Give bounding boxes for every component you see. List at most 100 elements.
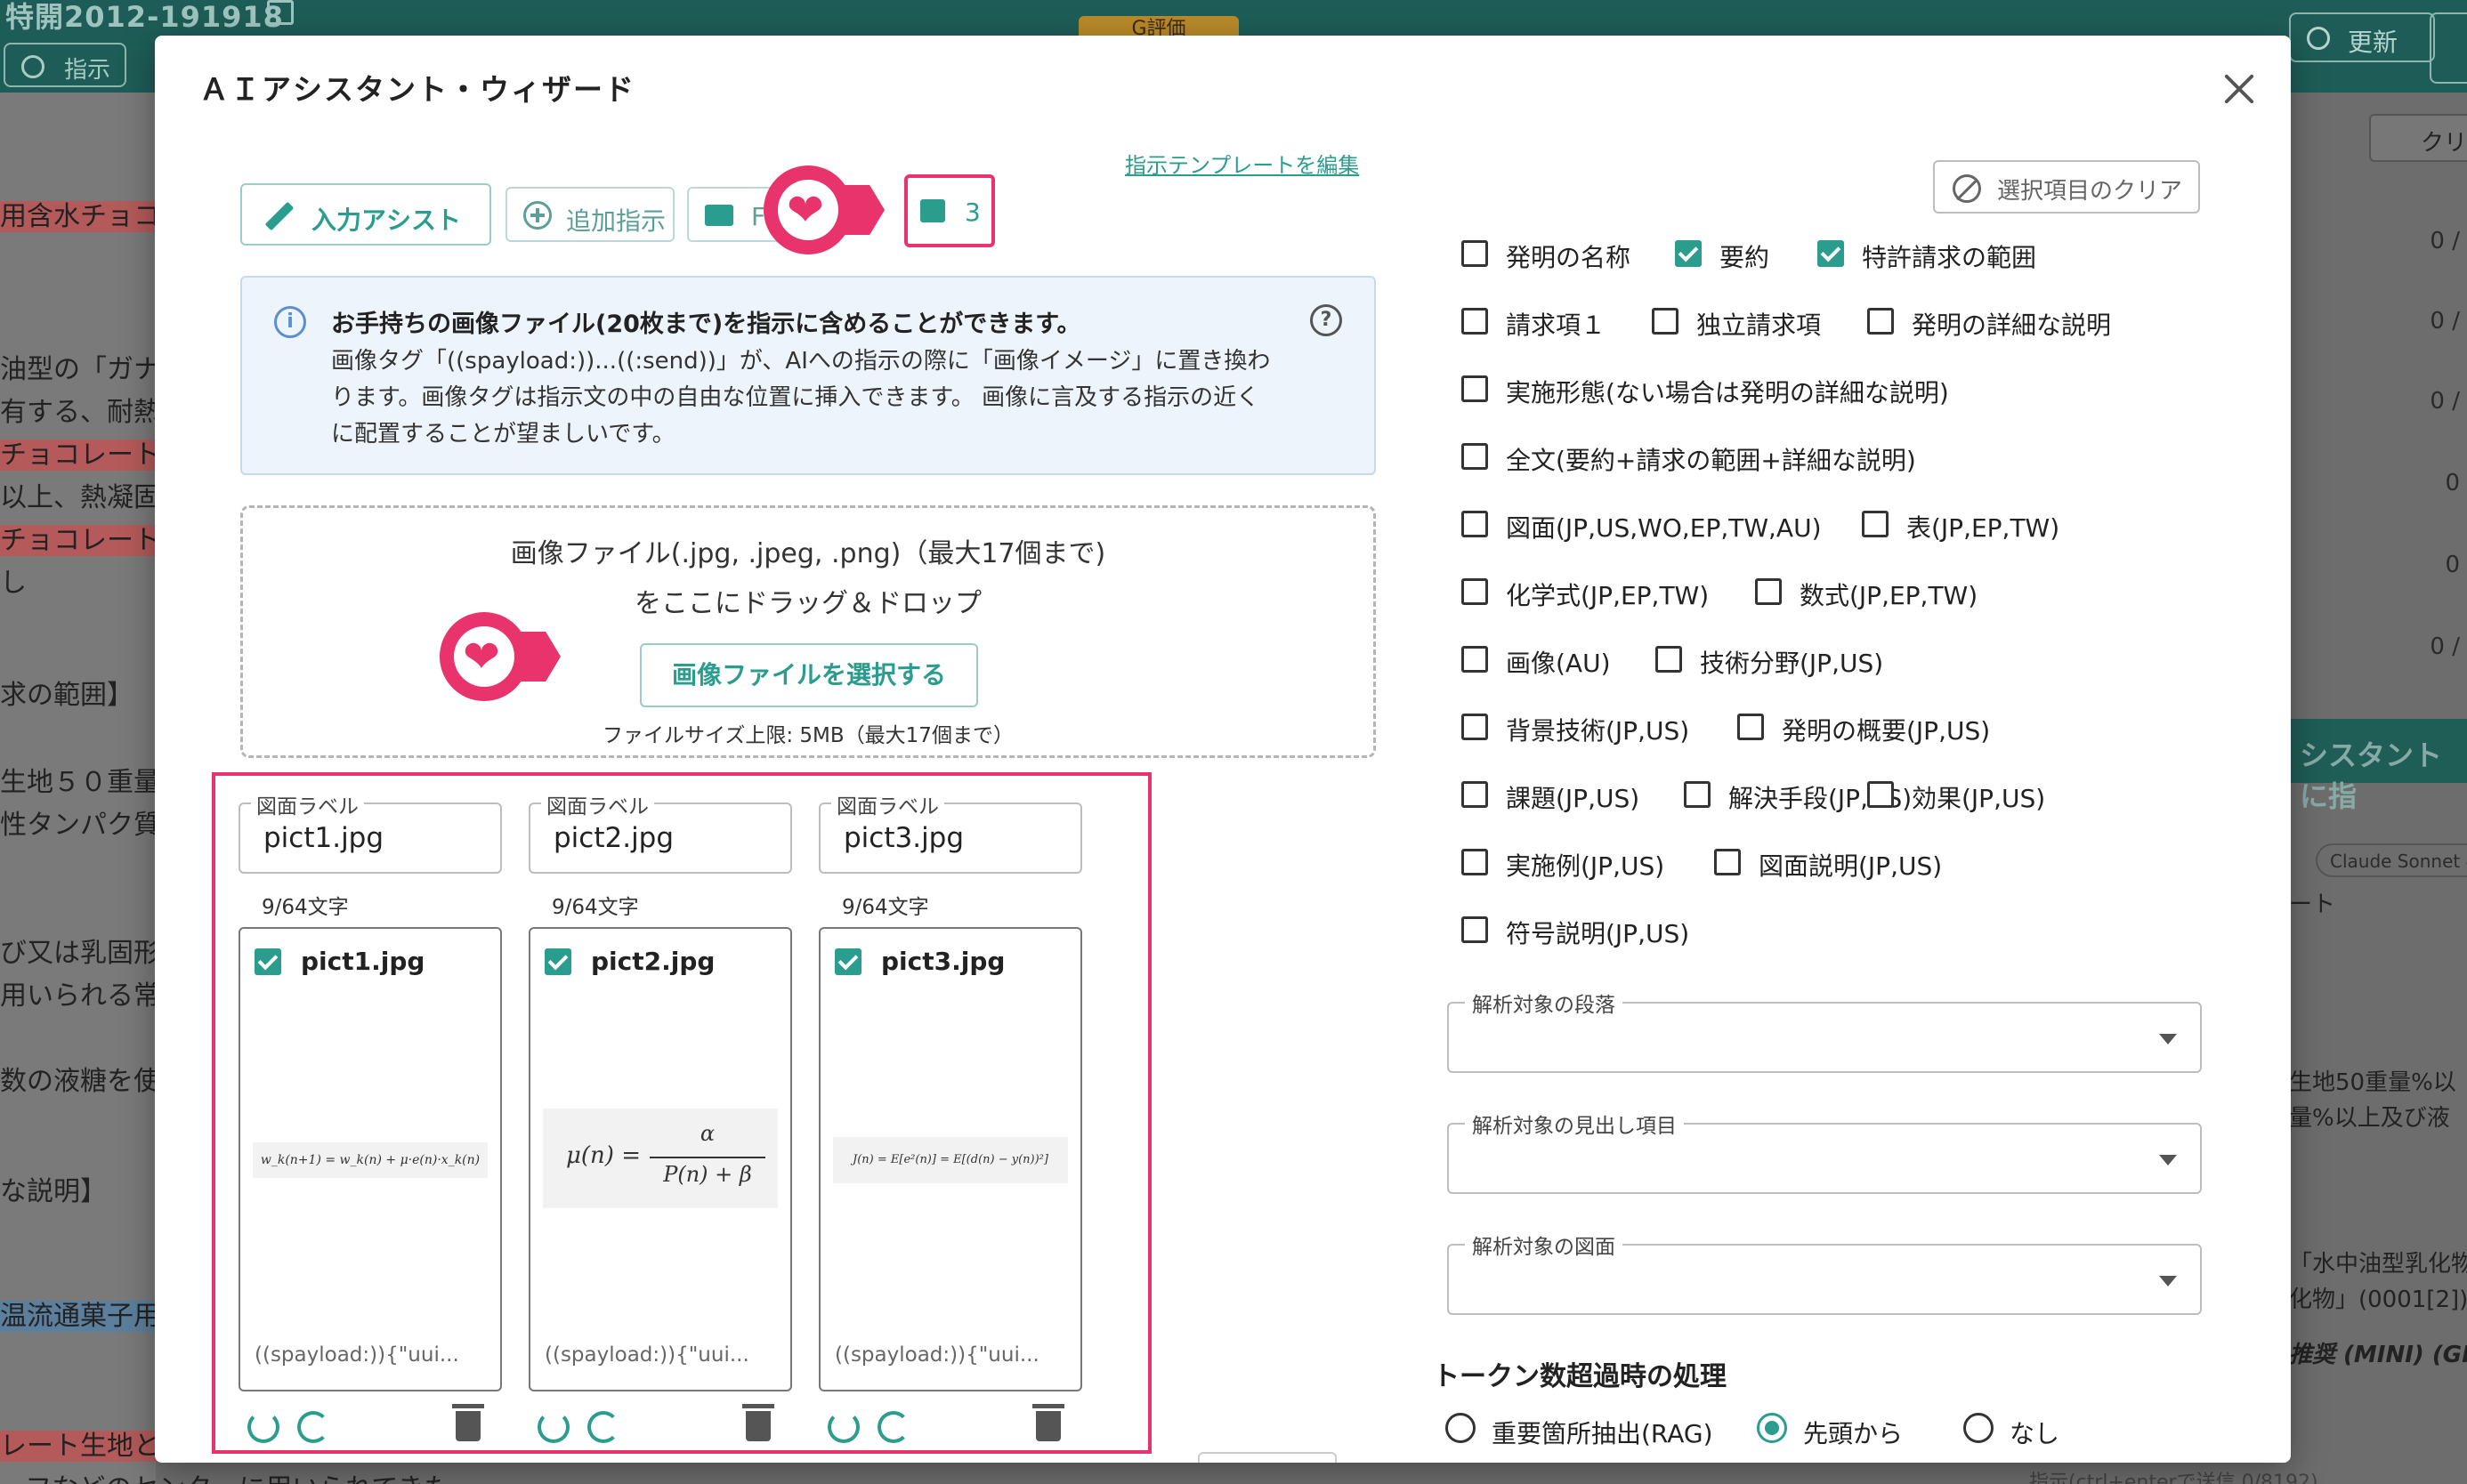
bg-clear-button[interactable]: クリ <box>2369 114 2467 162</box>
checkbox[interactable] <box>1461 916 1488 943</box>
image-name: pict1.jpg <box>301 947 425 976</box>
image-card: pict3.jpg J(n) = E[e²(n)] = E[(d(n) − y(… <box>819 927 1082 1391</box>
edit-template-link[interactable]: 指示テンプレートを編集 <box>1125 148 1359 179</box>
image-item: 図面ラベル pict2.jpg 9/64文字 pict2.jpg μ(n) = … <box>506 776 792 1452</box>
image-name: pict2.jpg <box>591 947 716 976</box>
model-chip[interactable]: Claude Sonnet 4 <box>2316 843 2467 877</box>
update-button[interactable]: 更新 <box>2289 12 2435 62</box>
right-text: 量%以上及び液 <box>2289 1105 2450 1132</box>
checkbox[interactable] <box>1684 781 1711 808</box>
checkbox[interactable] <box>1652 308 1678 335</box>
checkbox[interactable] <box>1461 714 1488 740</box>
text-line: 用含水チョコ <box>0 201 160 232</box>
checkbox[interactable] <box>1461 375 1488 402</box>
instruct-button[interactable]: 指示 <box>4 43 126 87</box>
checkbox[interactable] <box>1461 511 1488 537</box>
checkbox[interactable] <box>1755 578 1782 605</box>
help-icon[interactable]: ? <box>1310 304 1342 336</box>
text-line: 温流通菓子用 <box>0 1301 160 1332</box>
figure-label-field[interactable]: 図面ラベル pict1.jpg <box>239 789 502 874</box>
info-body: 画像タグ「((spayload:))...((:send))」が、AIへの指示の… <box>331 348 1271 448</box>
checkbox[interactable] <box>1655 646 1682 673</box>
radio-button[interactable] <box>1963 1413 1994 1443</box>
image-card: pict1.jpg w_k(n+1) = w_k(n) + μ·e(n)·x_k… <box>239 927 502 1391</box>
checkbox[interactable] <box>1817 240 1844 267</box>
checkbox[interactable] <box>1737 714 1764 740</box>
rotate-left-icon[interactable] <box>538 1411 570 1443</box>
checkbox[interactable] <box>1714 849 1741 875</box>
text-line: び又は乳固形 <box>0 938 160 969</box>
checkbox[interactable] <box>1461 240 1488 267</box>
delete-icon[interactable] <box>742 1404 774 1441</box>
clear-selection-button[interactable]: 選択項目のクリア <box>1933 160 2200 214</box>
checkbox[interactable] <box>1867 781 1894 808</box>
text-line: 求の範囲】 <box>0 680 133 711</box>
ai-assistant-bar[interactable]: シスタントに指 <box>2289 719 2467 813</box>
text-line: 性タンパク質 <box>0 810 160 841</box>
image-checkbox[interactable] <box>545 948 571 975</box>
folder-star-icon <box>705 205 733 226</box>
close-icon[interactable] <box>2220 69 2259 109</box>
image-card: pict2.jpg μ(n) = α P(n) + β ((spayload:)… <box>529 927 792 1391</box>
dropzone-text: をここにドラッグ＆ドロップ <box>635 588 982 619</box>
radio-button[interactable] <box>1445 1413 1476 1443</box>
text-line: 数の液糖を使 <box>0 1066 160 1097</box>
checkbox[interactable] <box>1461 646 1488 673</box>
char-count: 9/64文字 <box>262 896 349 919</box>
rotate-right-icon[interactable] <box>297 1411 329 1443</box>
checkbox[interactable] <box>1461 849 1488 875</box>
text-line: 油型の「ガナ <box>0 354 160 385</box>
text-line: レート生地と <box>0 1431 160 1462</box>
side-button[interactable] <box>2430 12 2467 84</box>
image-checkbox[interactable] <box>835 948 861 975</box>
checkbox[interactable] <box>1461 781 1488 808</box>
plus-circle-icon <box>523 201 552 230</box>
partial-button[interactable] <box>1198 1452 1337 1463</box>
image-attach-button[interactable]: 3 <box>904 174 995 247</box>
input-assist-button[interactable]: 入力アシスト <box>240 183 491 246</box>
image-checkbox[interactable] <box>255 948 281 975</box>
add-image-icon <box>920 199 945 222</box>
target-heading-select[interactable]: 解析対象の見出し項目 <box>1447 1109 2202 1194</box>
heart-icon: ❤ <box>463 631 500 682</box>
checkbox[interactable] <box>1461 578 1488 605</box>
delete-icon[interactable] <box>452 1404 484 1441</box>
document-title: 特開2012-191918 <box>5 0 284 34</box>
token-overflow-title: トークン数超過時の処理 <box>1433 1361 1727 1392</box>
dropdown-arrow-icon <box>2159 1155 2177 1165</box>
text-line: し <box>0 568 27 599</box>
checkbox[interactable] <box>1461 308 1488 335</box>
figure-label-value: pict3.jpg <box>844 822 965 854</box>
right-text: ート <box>2289 891 2336 918</box>
checkbox[interactable] <box>1675 240 1702 267</box>
no-entry-icon <box>1953 174 1981 203</box>
instruct-icon <box>21 55 44 78</box>
radio-button[interactable] <box>1757 1413 1787 1443</box>
rotate-left-icon[interactable] <box>828 1411 860 1443</box>
checkbox[interactable] <box>1867 308 1894 335</box>
char-counter: 0 / <box>2430 308 2460 335</box>
rotate-right-icon[interactable] <box>878 1411 910 1443</box>
target-paragraph-select[interactable]: 解析対象の段落 <box>1447 988 2202 1073</box>
delete-icon[interactable] <box>1032 1404 1064 1441</box>
image-dropzone[interactable]: 画像ファイル(.jpg, .jpeg, .png)（最大17個まで) をここにド… <box>240 505 1376 758</box>
image-item: 図面ラベル pict3.jpg 9/64文字 pict3.jpg J(n) = … <box>796 776 1082 1452</box>
add-instruction-button[interactable]: 追加指示 <box>506 187 675 242</box>
select-image-button[interactable]: 画像ファイルを選択する <box>640 643 978 707</box>
send-hint: 指示(ctrl+enterで送信 0/8192) <box>2029 1472 2318 1484</box>
target-drawing-select[interactable]: 解析対象の図面 <box>1447 1230 2202 1315</box>
text-line: 以上、熱凝固 <box>0 482 160 513</box>
dropdown-arrow-icon <box>2159 1276 2177 1286</box>
figure-label-field[interactable]: 図面ラベル pict3.jpg <box>819 789 1082 874</box>
rotate-left-icon[interactable] <box>247 1411 279 1443</box>
formula-thumbnail: J(n) = E[e²(n)] = E[(d(n) − y(n))²] <box>833 1137 1068 1183</box>
edit-icon[interactable] <box>267 0 294 25</box>
formula-thumbnail: w_k(n+1) = w_k(n) + μ·e(n)·x_k(n) <box>253 1142 488 1178</box>
rotate-right-icon[interactable] <box>587 1411 619 1443</box>
figure-label-field[interactable]: 図面ラベル pict2.jpg <box>529 789 792 874</box>
checkbox[interactable] <box>1461 443 1488 470</box>
char-counter: 0 / <box>2430 633 2460 660</box>
checkbox[interactable] <box>1862 511 1889 537</box>
dialog-title: ＡＩアシスタント・ウィザード <box>199 72 635 107</box>
document-text-pane: 用含水チョコ 油型の「ガナ 有する、耐熱 チョコレート 以上、熱凝固 チョコレー… <box>0 93 450 1484</box>
